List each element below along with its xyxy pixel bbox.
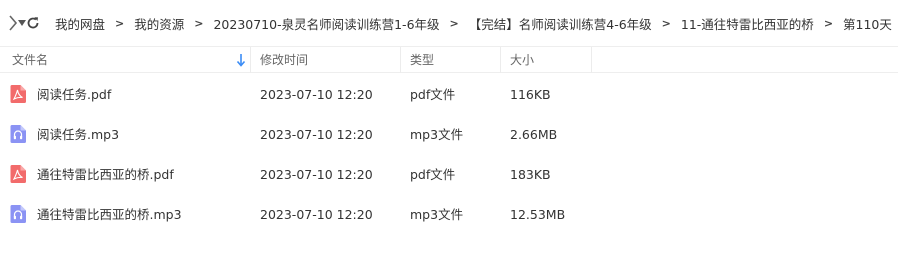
- breadcrumb-separator-icon: >: [449, 16, 459, 30]
- refresh-button[interactable]: [26, 0, 40, 46]
- audio-file-icon: [10, 125, 26, 143]
- file-size: 2.66MB: [510, 127, 558, 142]
- breadcrumb-item[interactable]: 【完结】名师阅读训练营4-6年级: [468, 14, 653, 33]
- breadcrumb: 我的网盘 > 我的资源 > 20230710-泉灵名师阅读训练营1-6年级 > …: [54, 14, 898, 33]
- column-header-time-label: 修改时间: [260, 53, 309, 67]
- file-modified-time: 2023-07-10 12:20: [260, 87, 373, 102]
- file-name[interactable]: 阅读任务.mp3: [37, 114, 119, 156]
- file-size: 183KB: [510, 167, 551, 182]
- file-list: 阅读任务.pdf 2023-07-10 12:20 pdf文件 116KB 阅读…: [0, 74, 898, 234]
- chevron-right-icon: [9, 15, 18, 31]
- sort-arrow-down-icon[interactable]: [236, 53, 246, 67]
- breadcrumb-item[interactable]: 20230710-泉灵名师阅读训练营1-6年级: [212, 14, 440, 33]
- audio-file-icon: [10, 205, 26, 223]
- breadcrumb-item[interactable]: 我的网盘: [54, 14, 106, 33]
- file-type: mp3文件: [410, 207, 464, 222]
- pdf-icon: [10, 85, 26, 103]
- file-list-header: 文件名 修改时间 类型 大小: [0, 46, 898, 73]
- file-row[interactable]: 阅读任务.pdf 2023-07-10 12:20 pdf文件 116KB: [0, 74, 898, 114]
- column-header-time[interactable]: 修改时间: [251, 47, 401, 73]
- breadcrumb-item[interactable]: 11-通往特雷比西亚的桥: [680, 14, 815, 33]
- column-header-name[interactable]: 文件名: [0, 47, 251, 73]
- file-type: pdf文件: [410, 87, 456, 102]
- refresh-icon: [27, 17, 39, 29]
- file-name[interactable]: 通往特雷比西亚的桥.mp3: [37, 194, 182, 236]
- history-dropdown-button[interactable]: [18, 0, 26, 46]
- pdf-icon: [10, 165, 26, 183]
- caret-down-icon: [18, 20, 26, 26]
- column-header-name-label: 文件名: [12, 53, 49, 67]
- file-name[interactable]: 阅读任务.pdf: [37, 74, 111, 116]
- column-header-size-label: 大小: [510, 53, 535, 67]
- file-size: 116KB: [510, 87, 551, 102]
- file-modified-time: 2023-07-10 12:20: [260, 167, 373, 182]
- column-header-type[interactable]: 类型: [401, 47, 501, 73]
- file-type: pdf文件: [410, 167, 456, 182]
- breadcrumb-separator-icon: >: [194, 16, 204, 30]
- column-header-type-label: 类型: [410, 53, 435, 67]
- file-row[interactable]: 通往特雷比西亚的桥.mp3 2023-07-10 12:20 mp3文件 12.…: [0, 194, 898, 234]
- file-size: 12.53MB: [510, 207, 566, 222]
- breadcrumb-separator-icon: >: [115, 16, 125, 30]
- file-modified-time: 2023-07-10 12:20: [260, 127, 373, 142]
- file-row[interactable]: 通往特雷比西亚的桥.pdf 2023-07-10 12:20 pdf文件 183…: [0, 154, 898, 194]
- breadcrumb-separator-icon: >: [823, 16, 834, 30]
- breadcrumb-item[interactable]: 我的资源: [133, 14, 185, 33]
- navigation-bar: 我的网盘 > 我的资源 > 20230710-泉灵名师阅读训练营1-6年级 > …: [0, 0, 898, 46]
- breadcrumb-item-current[interactable]: 第110天: [842, 14, 893, 33]
- breadcrumb-separator-icon: >: [661, 16, 671, 30]
- file-type: mp3文件: [410, 127, 464, 142]
- forward-button[interactable]: [8, 0, 18, 46]
- file-modified-time: 2023-07-10 12:20: [260, 207, 373, 222]
- file-row[interactable]: 阅读任务.mp3 2023-07-10 12:20 mp3文件 2.66MB: [0, 114, 898, 154]
- file-name[interactable]: 通往特雷比西亚的桥.pdf: [37, 154, 174, 196]
- column-header-size[interactable]: 大小: [501, 47, 592, 73]
